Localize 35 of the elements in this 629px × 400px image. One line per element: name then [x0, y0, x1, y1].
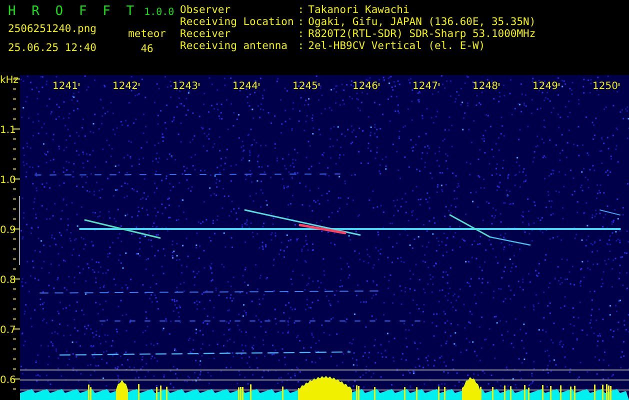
info-colon: :	[298, 28, 304, 40]
meteor-count: 46	[140, 43, 154, 55]
frequency-tick-label: 1247	[412, 81, 438, 92]
info-label: Observer	[180, 4, 232, 16]
frequency-tick-label: 1246	[352, 81, 378, 92]
count-label: meteor	[128, 28, 166, 40]
amplitude-tick-label: 0.6	[0, 375, 16, 386]
frequency-tick-label: 1248	[472, 81, 498, 92]
axis-unit-label: kHz	[0, 75, 19, 86]
amplitude-tick-label: 0.8	[0, 275, 16, 286]
info-value: R820T2(RTL-SDR) SDR-Sharp 53.1000MHz	[308, 28, 536, 40]
version-label: 1.0.0	[144, 7, 174, 18]
amplitude-tick-label: 0.7	[0, 325, 16, 336]
app-title: H R O F F T	[8, 4, 134, 19]
info-value: Ogaki, Gifu, JAPAN (136.60E, 35.35N)	[308, 16, 536, 28]
frequency-tick-label: 1250	[592, 81, 618, 92]
frequency-tick-label: 1241	[52, 81, 78, 92]
frequency-tick-label: 1244	[232, 81, 258, 92]
frequency-tick-label: 1243	[172, 81, 198, 92]
info-label: Receiving Location	[180, 16, 294, 28]
info-value: Takanori Kawachi	[308, 4, 410, 16]
info-label: Receiver	[180, 28, 232, 40]
info-colon: :	[298, 40, 304, 52]
filename-label: 2506251240.png	[8, 23, 97, 35]
frequency-tick-label: 1242	[112, 81, 138, 92]
amplitude-tick-label: 0.9	[0, 225, 16, 236]
amplitude-tick-label: 1.0	[0, 175, 16, 186]
datetime-label: 25.06.25 12:40	[8, 42, 97, 54]
info-colon: :	[298, 16, 304, 28]
frequency-tick-label: 1245	[292, 81, 318, 92]
info-label: Receiving antenna	[180, 40, 288, 52]
info-colon: :	[298, 4, 304, 16]
amplitude-tick-label: 1.1	[0, 125, 16, 136]
frequency-tick-label: 1249	[532, 81, 558, 92]
info-value: 2el-HB9CV Vertical (el. E-W)	[308, 40, 486, 52]
